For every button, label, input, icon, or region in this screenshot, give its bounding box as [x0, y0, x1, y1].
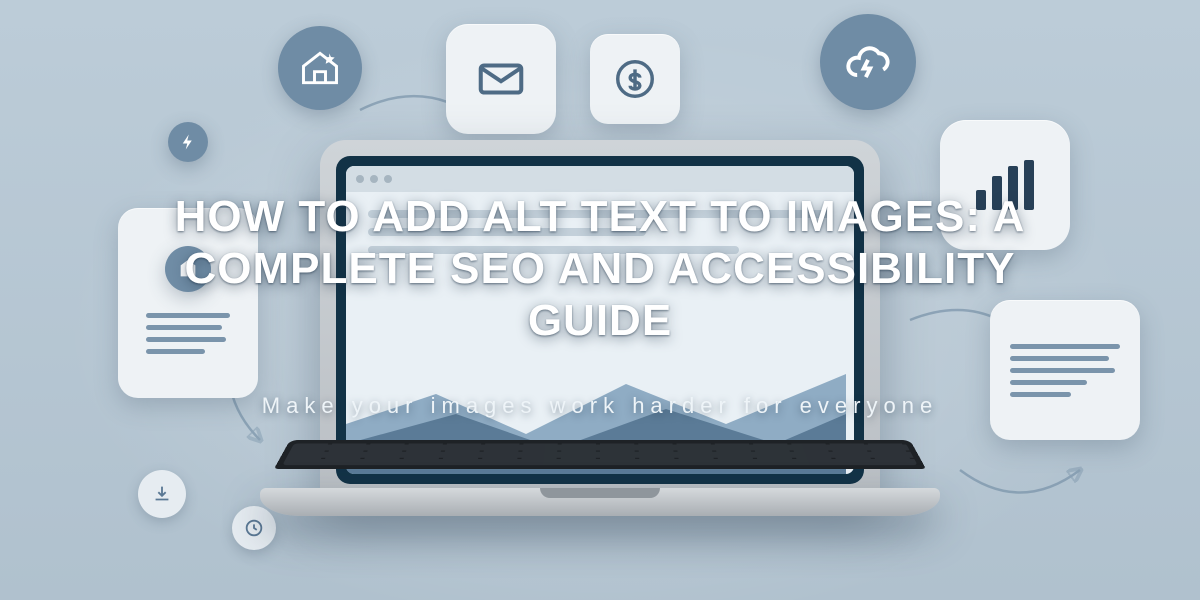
hero-title: HOW TO ADD ALT TEXT TO IMAGES: A COMPLET…: [150, 191, 1050, 347]
hero-text-overlay: HOW TO ADD ALT TEXT TO IMAGES: A COMPLET…: [0, 0, 1200, 600]
hero-subtitle: Make your images work harder for everyon…: [262, 393, 938, 419]
